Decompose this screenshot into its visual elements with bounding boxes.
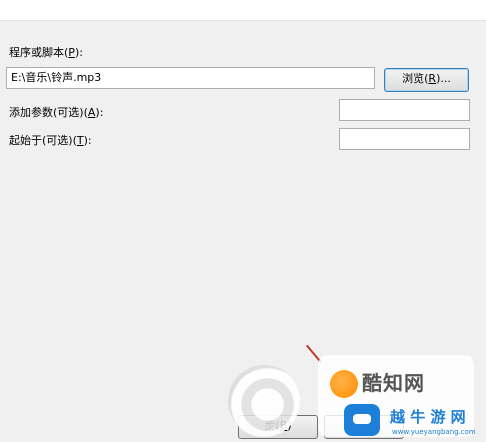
arguments-label: 添加参数(可选)(A): [9,106,104,119]
browse-button[interactable]: 浏览(R)... [384,68,469,92]
arguments-input[interactable] [339,99,470,121]
watermark-robot-icon [344,404,380,436]
watermark-secondary-name: 越 牛 游 网 [390,408,466,426]
start-in-input[interactable] [339,128,470,150]
start-in-label: 起始于(可选)(T): [9,134,92,147]
dialog-header-band [0,0,486,21]
program-input[interactable]: E:\音乐\铃声.mp3 [6,67,375,89]
watermark-url: www.yueyangbang.com [392,428,476,436]
program-label: 程序或脚本(P): [9,46,83,59]
watermark-site-name: 酷知网 [362,371,425,395]
watermark-swirl-logo [228,365,300,437]
watermark-logo-icon [330,370,358,398]
